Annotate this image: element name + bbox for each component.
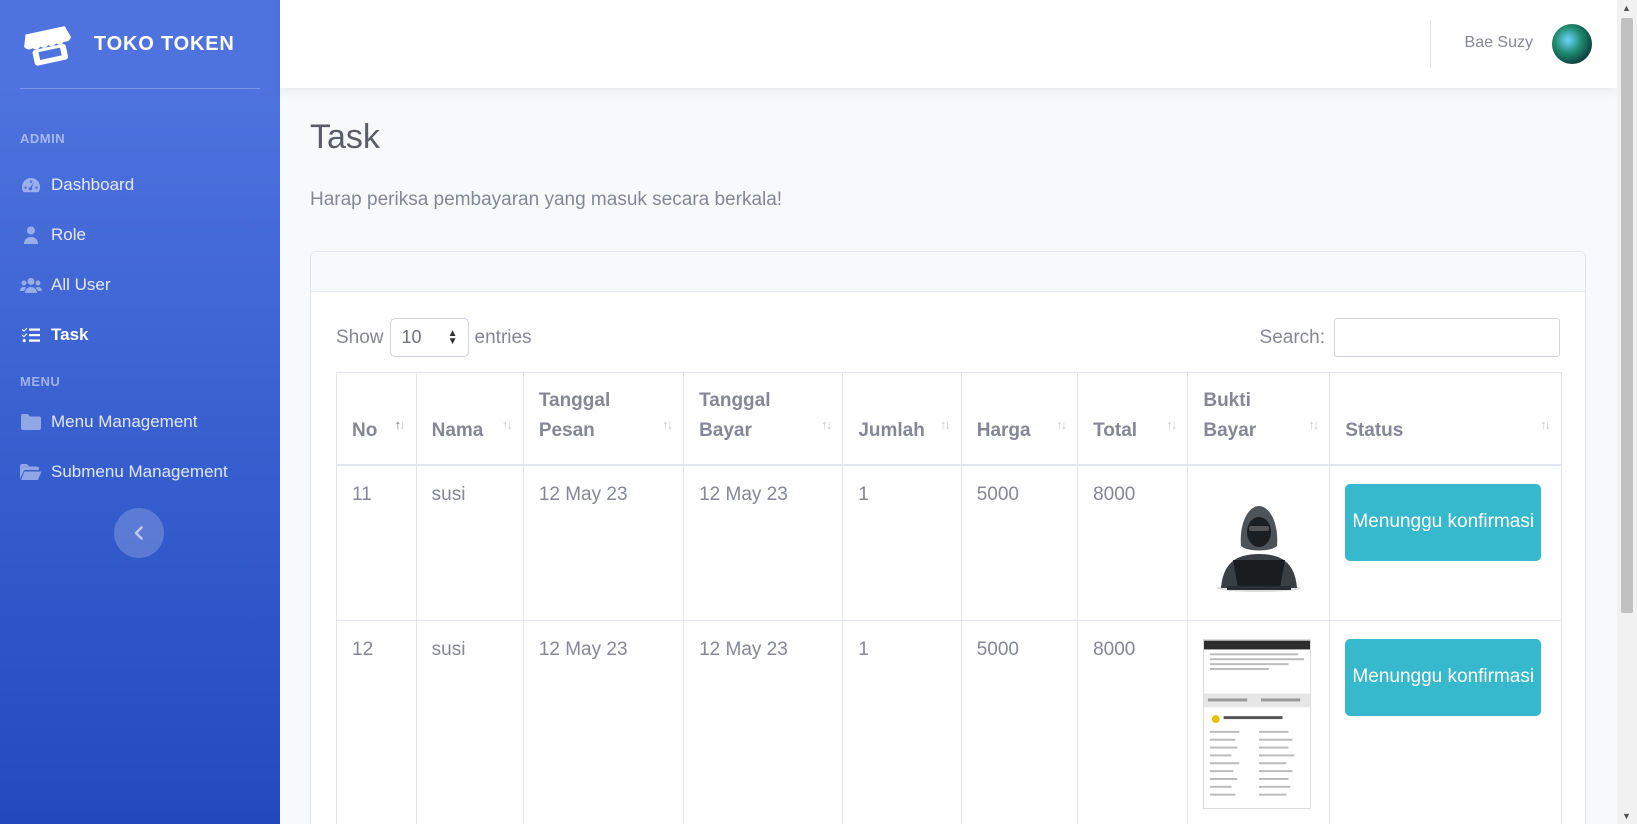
users-icon (20, 276, 42, 294)
payment-proof-image[interactable] (1203, 483, 1312, 596)
column-header-status[interactable]: Status ↑↓ (1329, 372, 1562, 466)
table-header-row: No ↑↓ Nama ↑↓ Tanggal Pesan ↑↓ Tanggal Bayar ↑… (336, 372, 1562, 466)
tachometer-icon (20, 176, 42, 194)
cell-jumlah: 1 (842, 619, 962, 824)
sidebar-item-label: Task (51, 325, 89, 344)
cell-tanggal-pesan: 12 May 23 (522, 464, 685, 621)
cell-no: 11 (336, 464, 417, 621)
column-header-tanggal-pesan[interactable]: Tanggal Pesan ↑↓ (522, 372, 685, 466)
column-header-jumlah[interactable]: Jumlah ↑↓ (842, 372, 962, 466)
cell-harga: 5000 (960, 619, 1079, 824)
sort-icon: ↑↓ (501, 416, 513, 432)
sort-icon: ↑↓ (1056, 416, 1067, 432)
avatar[interactable] (1552, 24, 1592, 64)
cell-tanggal-bayar: 12 May 23 (683, 619, 844, 824)
sidebar-item-label: Role (51, 225, 86, 244)
cell-total: 8000 (1077, 619, 1189, 824)
status-button[interactable]: Menunggu konfirmasi (1345, 483, 1542, 561)
cell-status: Menunggu konfirmasi (1329, 464, 1562, 621)
search-input[interactable] (1334, 318, 1560, 357)
page-title: Task (310, 118, 380, 156)
search-label: Search: (1259, 326, 1325, 348)
length-control: Show 10 ▲ ▼ entries (336, 318, 532, 357)
sidebar-item-dashboard[interactable]: Dashboard (0, 160, 280, 210)
sidebar-heading-menu: MENU (20, 374, 61, 389)
cell-nama: susi (415, 619, 524, 824)
status-button[interactable]: Menunggu konfirmasi (1345, 638, 1542, 716)
table-row: 11 susi 12 May 23 12 May 23 1 5000 8000 (336, 464, 1562, 621)
sort-icon: ↑↓ (394, 416, 406, 432)
sidebar-item-all-user[interactable]: All User (0, 260, 280, 310)
sidebar-item-label: Dashboard (51, 175, 135, 194)
sort-icon: ↑↓ (1308, 416, 1319, 432)
sidebar: TOKO TOKEN ADMIN Dashboard Role All User… (0, 0, 280, 824)
sidebar-item-menu-management[interactable]: Menu Management (0, 397, 280, 447)
table-controls: Show 10 ▲ ▼ entries Search: (311, 292, 1585, 372)
scroll-down-arrow-icon[interactable]: ▼ (1622, 811, 1631, 821)
select-arrows-icon: ▲ ▼ (447, 328, 458, 347)
column-header-no[interactable]: No ↑↓ (336, 372, 417, 466)
topbar-divider (1430, 20, 1431, 68)
main-content: Task Harap periksa pembayaran yang masuk… (310, 88, 1586, 824)
entries-label: entries (474, 326, 532, 348)
page-note: Harap periksa pembayaran yang masuk seca… (310, 189, 783, 210)
search-control: Search: (1260, 318, 1560, 357)
sort-icon: ↑↓ (1540, 416, 1551, 432)
sidebar-heading-admin: ADMIN (20, 131, 66, 146)
cell-nama: susi (415, 464, 524, 621)
scrollbar-thumb[interactable] (1621, 18, 1633, 613)
table-row: 12 susi 12 May 23 12 May 23 1 5000 8000 (336, 619, 1562, 824)
folder-open-icon (20, 463, 42, 481)
sort-icon: ↑↓ (939, 416, 951, 432)
cell-jumlah: 1 (842, 464, 962, 621)
sidebar-divider (20, 88, 260, 89)
sidebar-toggle-button[interactable] (114, 508, 164, 558)
entries-select-value: 10 (401, 327, 422, 347)
entries-select[interactable]: 10 ▲ ▼ (389, 318, 469, 357)
sidebar-item-role[interactable]: Role (0, 210, 280, 260)
user-name[interactable]: Bae Suzy (1465, 34, 1533, 52)
column-header-total[interactable]: Total ↑↓ (1077, 372, 1189, 466)
store-icon (24, 26, 72, 66)
cell-no: 12 (336, 619, 417, 824)
cell-total: 8000 (1077, 464, 1189, 621)
brand[interactable]: TOKO TOKEN (0, 0, 280, 88)
sidebar-item-label: Submenu Management (51, 462, 228, 481)
folder-icon (20, 413, 42, 431)
sidebar-item-label: Menu Management (51, 412, 198, 431)
cell-tanggal-bayar: 12 May 23 (683, 464, 844, 621)
show-label: Show (336, 326, 384, 348)
cell-bukti-bayar (1187, 464, 1331, 621)
task-card: Show 10 ▲ ▼ entries Search: No ↑↓ Nama ↑↓ T… (310, 251, 1586, 824)
sort-icon: ↑↓ (1166, 416, 1177, 432)
sort-icon: ↑↓ (821, 416, 832, 432)
sidebar-item-submenu-management[interactable]: Submenu Management (0, 447, 280, 497)
card-header (311, 252, 1585, 292)
sort-icon: ↑↓ (662, 416, 673, 432)
brand-name: TOKO TOKEN (94, 32, 235, 55)
tasks-icon (20, 326, 42, 344)
cell-status: Menunggu konfirmasi (1329, 619, 1562, 824)
cell-bukti-bayar (1187, 619, 1331, 824)
scroll-up-arrow-icon[interactable]: ▲ (1622, 3, 1631, 13)
cell-tanggal-pesan: 12 May 23 (522, 619, 685, 824)
payment-proof-image[interactable] (1203, 638, 1312, 809)
page-scrollbar[interactable]: ▲ ▼ (1617, 0, 1637, 824)
cell-harga: 5000 (960, 464, 1079, 621)
column-header-nama[interactable]: Nama ↑↓ (415, 372, 524, 466)
sidebar-item-label: All User (51, 275, 111, 294)
topbar: Bae Suzy (280, 0, 1617, 88)
sidebar-item-task[interactable]: Task (0, 310, 280, 360)
column-header-harga[interactable]: Harga ↑↓ (960, 372, 1079, 466)
user-tie-icon (20, 226, 42, 244)
chevron-left-icon (134, 526, 143, 540)
column-header-tanggal-bayar[interactable]: Tanggal Bayar ↑↓ (683, 372, 844, 466)
task-table: No ↑↓ Nama ↑↓ Tanggal Pesan ↑↓ Tanggal Bayar ↑… (336, 372, 1562, 824)
column-header-bukti-bayar[interactable]: Bukti Bayar ↑↓ (1187, 372, 1331, 466)
